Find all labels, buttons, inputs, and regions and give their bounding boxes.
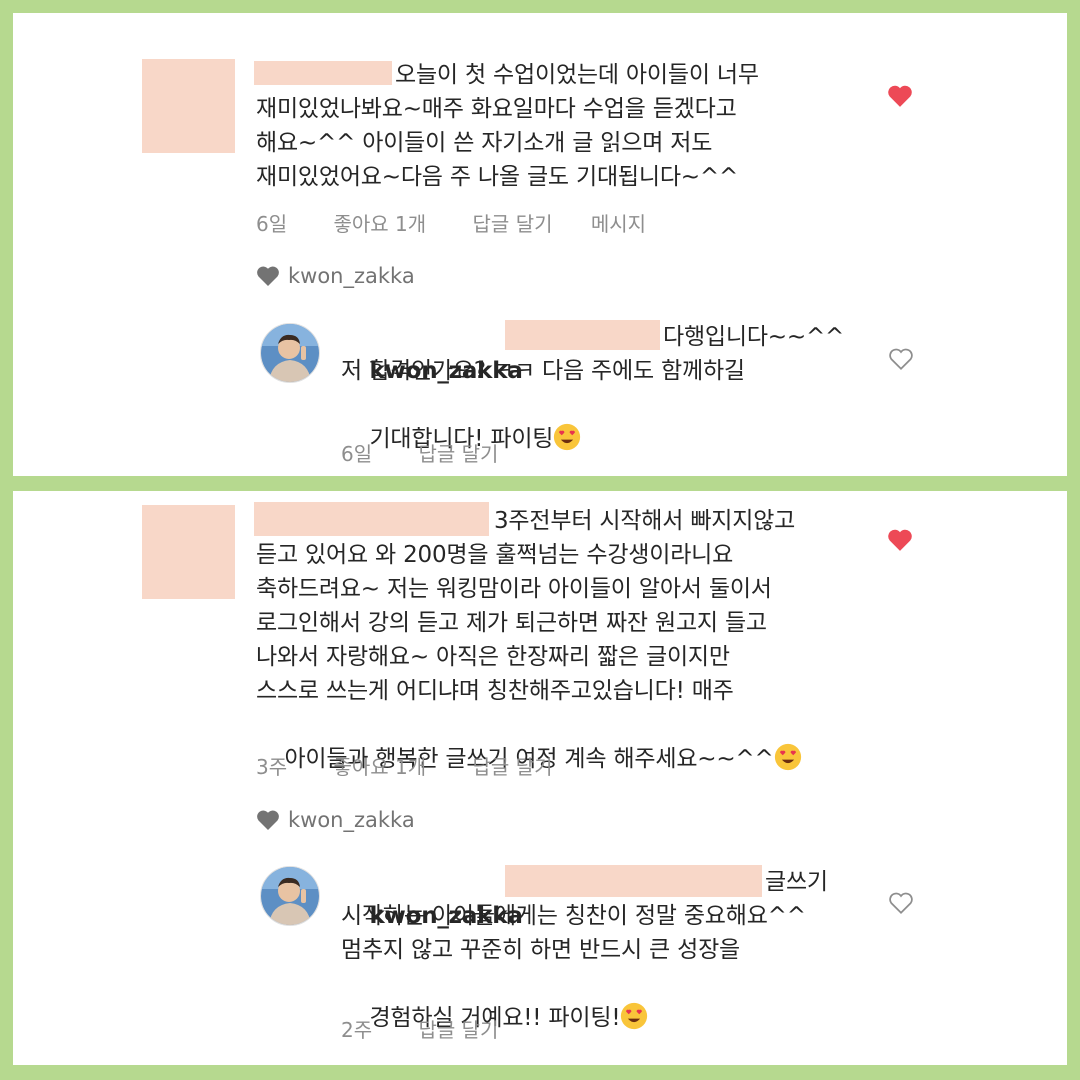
commenter-avatar-redacted[interactable]	[142, 59, 235, 153]
liked-by-username: kwon_zakka	[288, 264, 415, 288]
comment-text-line: 오늘이 첫 수업이었는데 아이들이 너무	[395, 62, 759, 88]
comment-text-line: 재미있었어요~다음 주 나올 글도 기대됩니다~^^	[256, 164, 739, 190]
comment-time: 3주	[256, 755, 288, 779]
comment-text-line: 로그인해서 강의 듣고 제가 퇴근하면 짜잔 원고지 들고	[256, 610, 767, 636]
comment-text-line: 축하드려요~ 저는 워킹맘이라 아이들이 알아서 둘이서	[256, 576, 772, 602]
reply-meta: 6일 답글 달기	[341, 438, 498, 467]
likes-count-link[interactable]: 좋아요 1개	[333, 212, 426, 236]
heart-icon	[257, 266, 279, 286]
heart-icon	[257, 810, 279, 830]
reply-text-line: 다행입니다~~^^	[663, 324, 845, 350]
mentioned-user-redacted[interactable]	[505, 320, 660, 350]
comment-text-line: 재미있었나봐요~매주 화요일마다 수업을 듣겠다고	[256, 96, 737, 122]
reply-text-line: 저 합격인가요? ㅋㅋ 다음 주에도 함께하길	[341, 358, 745, 384]
comment-text-line: 듣고 있어요 와 200명을 훌쩍넘는 수강생이라니요	[256, 542, 734, 568]
reply-avatar[interactable]	[260, 866, 320, 926]
reply-meta: 2주 답글 달기	[341, 1014, 498, 1043]
comment-meta: 3주 좋아요 1개 답글 달기	[256, 751, 553, 780]
creator-liked-indicator: kwon_zakka	[256, 264, 415, 288]
commenter-username-redacted[interactable]	[254, 61, 392, 85]
liked-heart-icon[interactable]	[887, 528, 913, 552]
likes-count-link[interactable]: 좋아요 1개	[333, 755, 426, 779]
message-button[interactable]: 메시지	[591, 212, 646, 236]
liked-by-username: kwon_zakka	[288, 808, 415, 832]
comment-text-line: 3주전부터 시작해서 빠지지않고	[494, 508, 796, 534]
reply-button[interactable]: 답글 달기	[418, 1018, 498, 1042]
comment-text-line: 나와서 자랑해요~ 아직은 한장짜리 짧은 글이지만	[256, 644, 730, 670]
commenter-username-redacted[interactable]	[254, 502, 489, 536]
reply-text-line: 시작하는 아이들에게는 칭찬이 정말 중요해요^^	[341, 903, 806, 929]
reply-time: 6일	[341, 442, 373, 466]
reply-text-line: 글쓰기	[765, 869, 828, 895]
reply-time: 2주	[341, 1018, 373, 1042]
creator-liked-indicator: kwon_zakka	[256, 808, 415, 832]
heart-eyes-emoji-icon	[774, 743, 802, 771]
reply-text-line: 멈추지 않고 꾸준히 하면 반드시 큰 성장을	[341, 937, 740, 963]
reply-avatar[interactable]	[260, 323, 320, 383]
reply-button[interactable]: 답글 달기	[473, 212, 553, 236]
comment-text-line: 스스로 쓰는게 어디냐며 칭찬해주고있습니다! 매주	[256, 678, 734, 704]
comment-time: 6일	[256, 212, 288, 236]
comment-meta: 6일 좋아요 1개 답글 달기 메시지	[256, 208, 646, 237]
comment-card: 3주전부터 시작해서 빠지지않고 듣고 있어요 와 200명을 훌쩍넘는 수강생…	[13, 491, 1067, 1065]
reply-button[interactable]: 답글 달기	[473, 755, 553, 779]
like-heart-outline-icon[interactable]	[888, 347, 914, 371]
commenter-avatar-redacted[interactable]	[142, 505, 235, 599]
like-heart-outline-icon[interactable]	[888, 891, 914, 915]
comment-text-line: 해요~^^ 아이들이 쓴 자기소개 글 읽으며 저도	[256, 130, 713, 156]
comment-card: 오늘이 첫 수업이었는데 아이들이 너무 재미있었나봐요~매주 화요일마다 수업…	[13, 13, 1067, 476]
reply-button[interactable]: 답글 달기	[418, 442, 498, 466]
heart-eyes-emoji-icon	[553, 423, 581, 451]
heart-eyes-emoji-icon	[620, 1002, 648, 1030]
mentioned-user-redacted[interactable]	[505, 865, 762, 897]
liked-heart-icon[interactable]	[887, 84, 913, 108]
